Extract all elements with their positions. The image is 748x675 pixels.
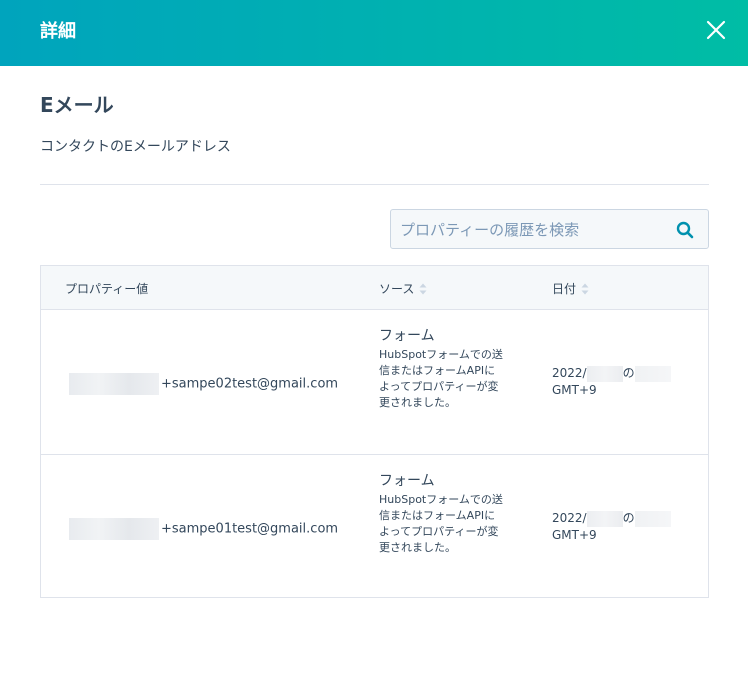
source-title: フォーム — [379, 473, 435, 489]
date-cell: 2022/の GMT+9 — [552, 510, 702, 544]
sort-icon — [419, 283, 427, 295]
table-header: プロパティー値 ソース 日付 — [41, 266, 708, 310]
redacted-text — [634, 510, 671, 527]
redacted-text — [69, 518, 159, 540]
column-header-source[interactable]: ソース — [379, 281, 427, 297]
property-value-cell: +sampe02test@gmail.com — [69, 373, 369, 395]
history-table: プロパティー値 ソース 日付 +sampe02test@gmail.com フォ… — [40, 265, 709, 598]
source-description: HubSpotフォームでの送信またはフォームAPIによってプロパティーが変更され… — [379, 493, 503, 554]
date-cell: 2022/の GMT+9 — [552, 365, 702, 399]
redacted-text — [634, 365, 671, 382]
property-description: コンタクトのEメールアドレス — [40, 139, 231, 155]
property-title: Eメール — [40, 93, 114, 117]
source-cell: フォーム HubSpotフォームでの送信またはフォームAPIによってプロパティー… — [379, 326, 504, 411]
sort-icon — [581, 283, 589, 295]
history-search — [390, 209, 709, 249]
redacted-text — [69, 373, 159, 395]
table-row: +sampe02test@gmail.com フォーム HubSpotフォームで… — [41, 310, 708, 454]
property-value-cell: +sampe01test@gmail.com — [69, 518, 369, 540]
redacted-text — [586, 510, 623, 527]
modal-header: 詳細 — [0, 0, 748, 66]
source-description: HubSpotフォームでの送信またはフォームAPIによってプロパティーが変更され… — [379, 348, 503, 409]
redacted-text — [586, 365, 623, 382]
column-header-date[interactable]: 日付 — [552, 281, 589, 297]
divider — [40, 184, 709, 185]
search-icon[interactable] — [676, 221, 694, 239]
close-button[interactable] — [704, 18, 728, 42]
source-cell: フォーム HubSpotフォームでの送信またはフォームAPIによってプロパティー… — [379, 471, 504, 556]
table-row: +sampe01test@gmail.com フォーム HubSpotフォームで… — [41, 454, 708, 598]
modal-title: 詳細 — [40, 21, 76, 42]
history-search-input[interactable] — [400, 218, 670, 242]
column-header-value[interactable]: プロパティー値 — [65, 281, 148, 297]
close-icon — [706, 20, 726, 40]
source-title: フォーム — [379, 328, 435, 344]
